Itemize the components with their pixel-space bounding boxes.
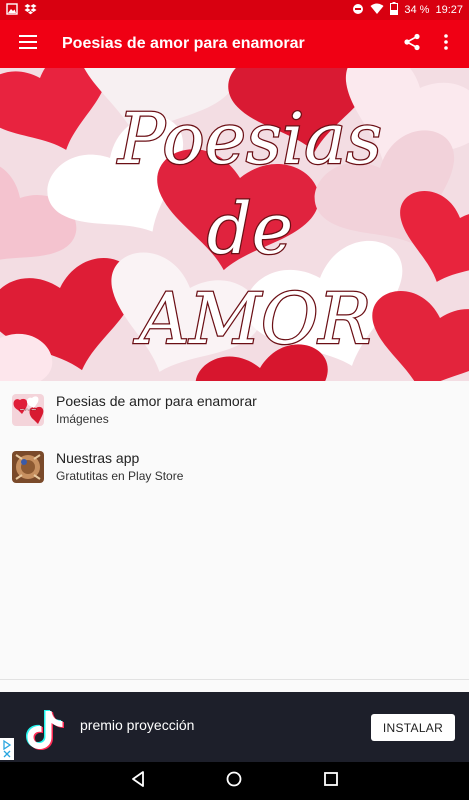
more-icon	[444, 33, 448, 55]
app-thumb	[12, 450, 44, 483]
banner-line-2: de	[207, 188, 293, 270]
recents-button[interactable]	[311, 762, 351, 800]
share-button[interactable]	[395, 20, 429, 68]
back-button[interactable]	[118, 762, 158, 800]
ad-banner[interactable]: premio proyección INSTALAR	[0, 692, 469, 762]
svg-text:~~~: ~~~	[19, 406, 37, 414]
list-item-poesias[interactable]: ~~~ Poesias de amor para enamorar Imágen…	[0, 381, 469, 438]
wifi-icon	[370, 3, 384, 18]
tiktok-logo	[14, 698, 74, 758]
item-title: Nuestras app	[56, 450, 140, 466]
banner-line-1: Poesias	[116, 98, 382, 180]
more-options-button[interactable]	[429, 20, 463, 68]
home-icon	[226, 771, 242, 792]
poesias-thumb: ~~~	[12, 393, 44, 426]
home-button[interactable]	[214, 762, 254, 800]
share-icon	[403, 33, 421, 56]
back-icon	[131, 770, 145, 792]
clock: 19:27	[435, 4, 463, 16]
dnd-icon	[352, 3, 364, 18]
status-bar: 34 % 19:27	[0, 0, 469, 20]
ad-text: premio proyección	[80, 717, 195, 733]
battery-percent: 34 %	[404, 4, 430, 16]
banner-line-3: AMOR	[133, 278, 371, 360]
page-title: Poesias de amor para enamorar	[62, 35, 305, 52]
dropbox-icon	[24, 3, 37, 18]
image-icon	[6, 2, 18, 18]
menu-icon	[19, 34, 37, 54]
divider	[0, 679, 469, 680]
item-title: Poesias de amor para enamorar	[56, 393, 257, 409]
app-toolbar: Poesias de amor para enamorar	[0, 20, 469, 68]
adchoices-icon[interactable]	[0, 738, 14, 760]
install-button[interactable]: INSTALAR	[371, 714, 455, 741]
menu-button[interactable]	[0, 20, 56, 68]
item-subtitle: Gratutitas en Play Store	[56, 469, 184, 483]
menu-list: ~~~ Poesias de amor para enamorar Imágen…	[0, 381, 469, 495]
navigation-bar	[0, 762, 469, 800]
list-item-nuestras-app[interactable]: Nuestras app Gratutitas en Play Store	[0, 438, 469, 495]
banner-image: Poesias de AMOR	[0, 68, 469, 381]
item-subtitle: Imágenes	[56, 412, 109, 426]
battery-icon	[390, 2, 399, 18]
recents-icon	[323, 771, 338, 791]
